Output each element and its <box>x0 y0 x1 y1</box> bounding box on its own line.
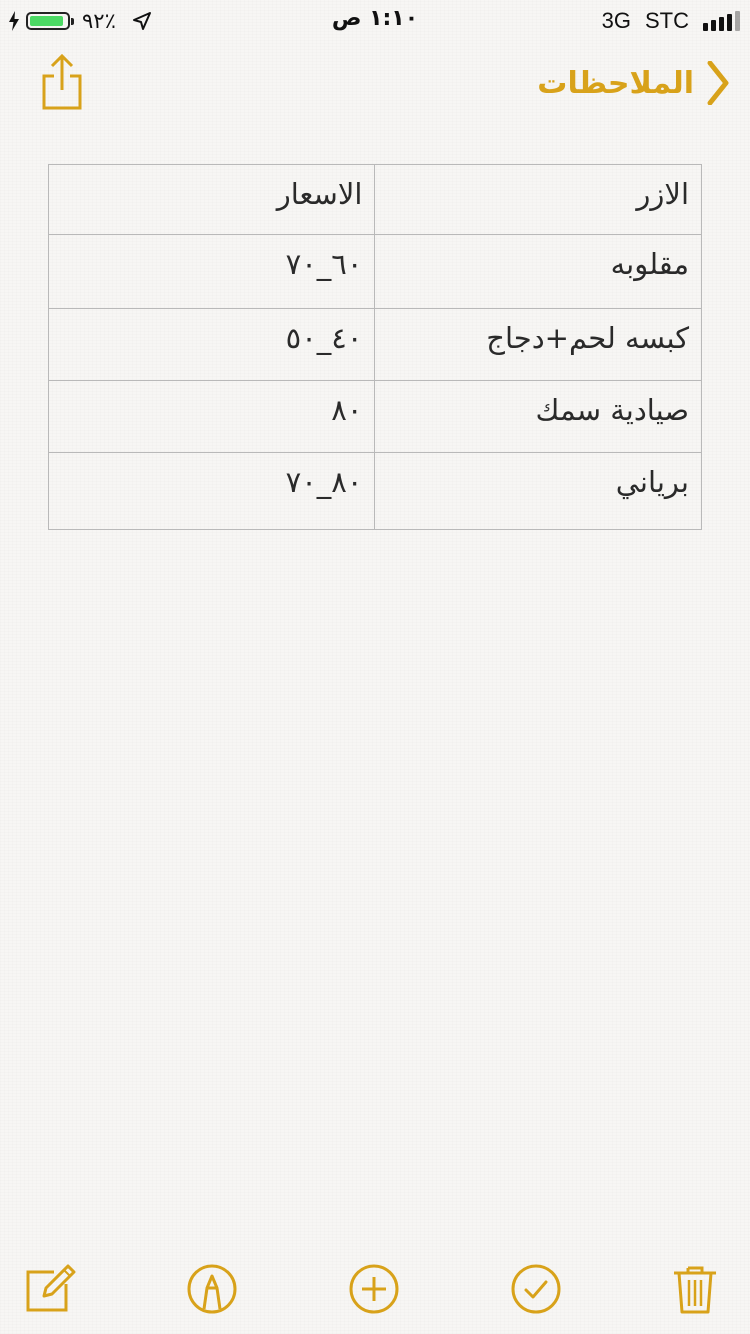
back-label: الملاحظات <box>537 65 694 101</box>
status-right: 3G STC <box>602 7 740 35</box>
table-cell[interactable]: ٨٠_٧٠ <box>47 452 376 530</box>
table-cell[interactable]: ٤٠_٥٠ <box>47 308 376 381</box>
share-icon <box>42 53 82 110</box>
checklist-button[interactable] <box>509 1262 563 1316</box>
table-row: مقلوبه ٦٠_٧٠ <box>47 234 702 309</box>
table-header-row: الازر الاسعار <box>47 164 702 235</box>
carrier-name: STC <box>645 8 689 33</box>
status-bar: ٪٩٢ ١:١٠ ص 3G STC <box>0 0 750 40</box>
bottom-toolbar <box>0 1244 750 1334</box>
nav-bar: الملاحظات <box>0 40 750 130</box>
table-cell[interactable]: ٦٠_٧٠ <box>47 234 376 309</box>
table-cell[interactable]: الاسعار <box>47 164 376 235</box>
table-cell[interactable]: صيادية سمك <box>374 380 702 453</box>
signal-strength-icon <box>703 11 740 31</box>
note-table[interactable]: الازر الاسعار مقلوبه ٦٠_٧٠ كبسه لحم+دجاج… <box>47 164 702 530</box>
share-button[interactable] <box>36 53 86 112</box>
table-row: صيادية سمك ٨٠ <box>47 380 702 453</box>
markup-icon <box>187 1264 237 1314</box>
table-cell[interactable]: برياني <box>374 452 702 530</box>
add-button[interactable] <box>347 1262 401 1316</box>
table-row: برياني ٨٠_٧٠ <box>47 452 702 530</box>
compose-button[interactable] <box>24 1262 78 1316</box>
compose-icon <box>26 1264 76 1312</box>
table-row: كبسه لحم+دجاج ٤٠_٥٠ <box>47 308 702 381</box>
table-cell[interactable]: ٨٠ <box>47 380 376 453</box>
markup-button[interactable] <box>185 1262 239 1316</box>
add-icon <box>349 1264 399 1314</box>
table-cell[interactable]: كبسه لحم+دجاج <box>374 308 702 381</box>
table-cell[interactable]: الازر <box>374 164 702 235</box>
trash-icon <box>674 1266 716 1314</box>
trash-button[interactable] <box>668 1262 722 1316</box>
table-cell[interactable]: مقلوبه <box>374 234 702 309</box>
checklist-icon <box>511 1264 561 1314</box>
network-type: 3G <box>601 8 631 33</box>
chevron-left-icon <box>707 61 729 105</box>
back-button[interactable]: الملاحظات <box>537 58 730 108</box>
